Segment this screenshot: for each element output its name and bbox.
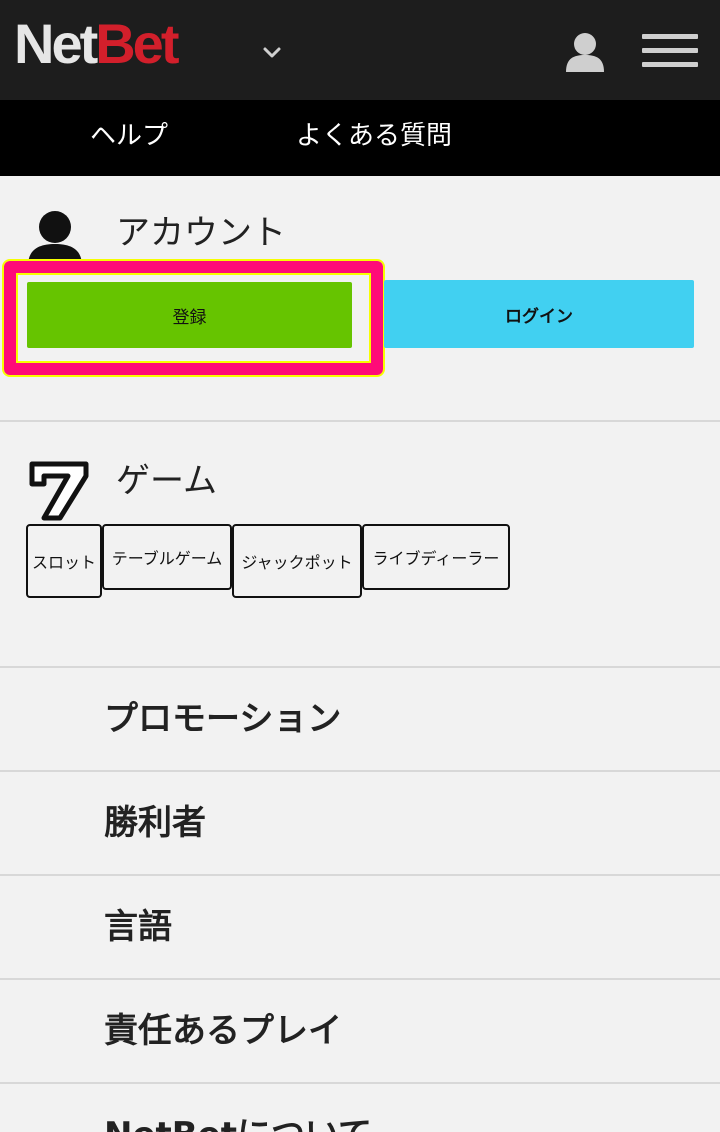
help-link[interactable]: ヘルプ bbox=[90, 118, 168, 154]
top-header: NetBet bbox=[0, 0, 720, 100]
login-button[interactable]: ログイン bbox=[384, 280, 694, 348]
category-live-dealer[interactable]: ライブディーラー bbox=[362, 524, 510, 590]
category-jackpot-label: ジャックポット bbox=[241, 553, 353, 572]
category-table-games[interactable]: テーブルゲーム bbox=[102, 524, 232, 590]
netbet-logo[interactable]: NetBet bbox=[14, 12, 179, 76]
section-divider bbox=[0, 420, 720, 422]
menu-item-responsible-play[interactable]: 責任あるプレイ bbox=[0, 980, 720, 1082]
logo-bet-text: Bet bbox=[95, 12, 179, 75]
logo-net-text: Net bbox=[14, 12, 98, 75]
menu-item-language[interactable]: 言語 bbox=[0, 876, 720, 978]
login-button-label: ログイン bbox=[505, 306, 573, 327]
category-jackpot[interactable]: ジャックポット bbox=[232, 524, 362, 598]
account-person-icon bbox=[28, 211, 82, 266]
account-section-title: アカウント bbox=[116, 213, 286, 253]
menu-item-label: 責任あるプレイ bbox=[104, 1011, 342, 1051]
category-slots[interactable]: スロット bbox=[26, 524, 102, 598]
hamburger-menu-icon[interactable] bbox=[642, 34, 698, 68]
faq-link[interactable]: よくある質問 bbox=[296, 118, 452, 154]
menu-item-label: NetBetについて bbox=[104, 1112, 372, 1132]
chevron-down-icon[interactable] bbox=[262, 42, 282, 62]
register-button-label: 登録 bbox=[172, 307, 207, 328]
menu-item-label: プロモーション bbox=[104, 699, 342, 739]
games-section-title: ゲーム bbox=[116, 461, 217, 501]
menu-item-label: 勝利者 bbox=[104, 803, 206, 843]
register-button[interactable]: 登録 bbox=[27, 282, 352, 348]
menu-item-winners[interactable]: 勝利者 bbox=[0, 772, 720, 874]
menu-item-promotions[interactable]: プロモーション bbox=[0, 668, 720, 770]
category-slots-label: スロット bbox=[31, 553, 96, 572]
sub-navigation: ヘルプ よくある質問 bbox=[0, 100, 720, 176]
menu-item-label: 言語 bbox=[104, 907, 172, 947]
category-table-games-label: テーブルゲーム bbox=[111, 549, 223, 568]
lucky-seven-icon bbox=[29, 461, 89, 521]
user-icon[interactable] bbox=[564, 30, 606, 74]
menu-item-about-netbet[interactable]: NetBetについて bbox=[0, 1084, 720, 1132]
category-live-dealer-label: ライブディーラー bbox=[372, 549, 500, 568]
